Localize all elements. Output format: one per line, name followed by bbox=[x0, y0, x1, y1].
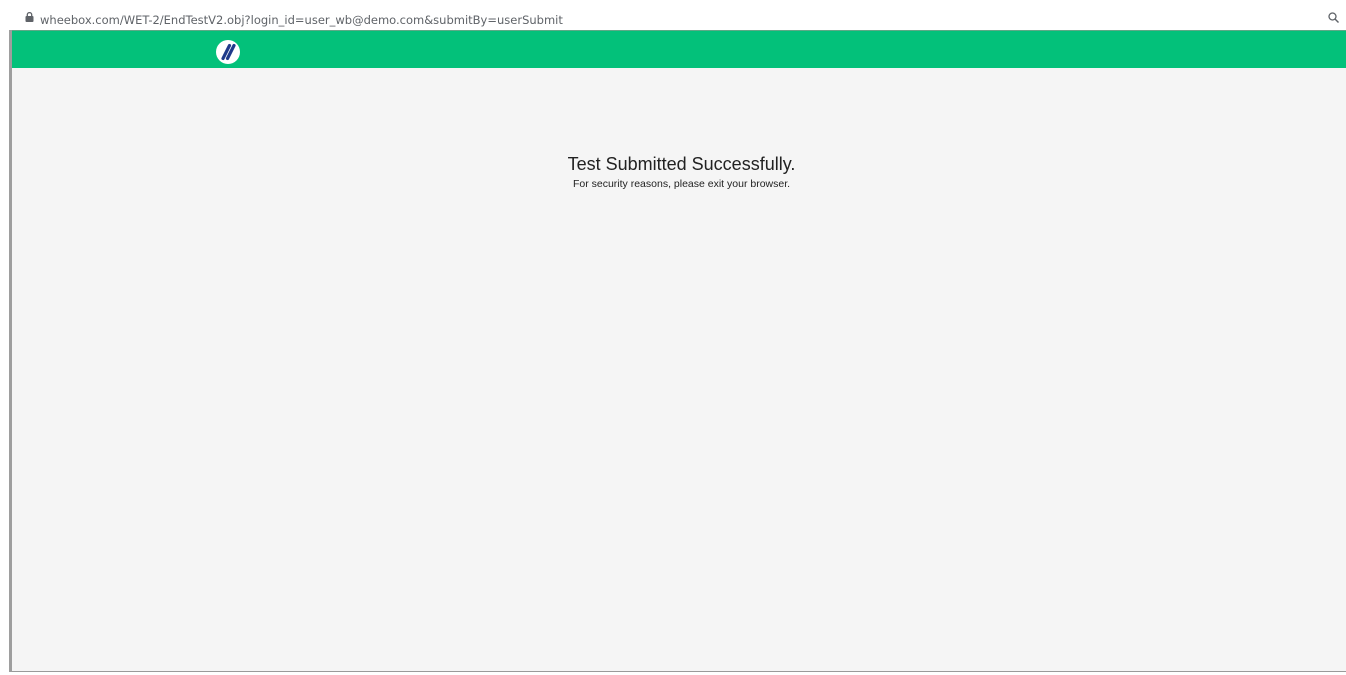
magnifier-icon[interactable] bbox=[1328, 12, 1339, 23]
header-bar bbox=[12, 30, 1346, 68]
wheebox-logo[interactable] bbox=[215, 39, 241, 65]
page-subtitle: For security reasons, please exit your b… bbox=[572, 178, 791, 190]
browser-address-bar[interactable]: wheebox.com/WET-2/EndTestV2.obj?login_id… bbox=[0, 0, 1346, 30]
page-title: Test Submitted Successfully. bbox=[567, 154, 796, 174]
url-text[interactable]: wheebox.com/WET-2/EndTestV2.obj?login_id… bbox=[40, 13, 563, 27]
page-viewport: Test Submitted Successfully. For securit… bbox=[12, 30, 1346, 671]
lock-icon bbox=[25, 12, 34, 22]
submission-message: Test Submitted Successfully. For securit… bbox=[12, 153, 1346, 191]
